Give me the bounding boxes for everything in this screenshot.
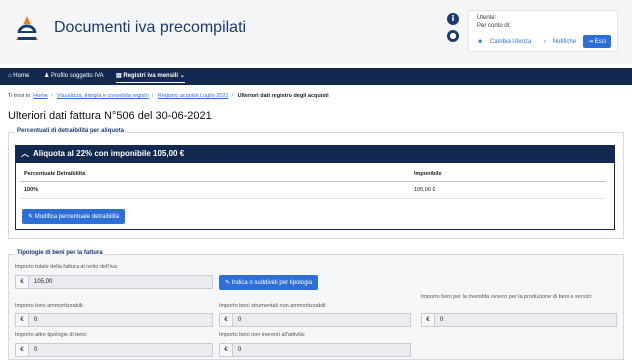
non-inerenti-field[interactable]: € 0 [219,343,411,357]
agenzia-entrate-logo-icon [16,16,38,42]
exit-button[interactable]: ⇥ Esci [582,35,611,48]
nav-registers-label: Registri iva mensili [123,73,179,79]
euro-icon: € [220,314,233,326]
nav-home-label: Home [13,73,30,79]
detraibilita-panel: Percentuali di detraibilità per aliquota… [8,128,624,239]
euro-icon: € [16,344,29,356]
strumentali-value: 0 [238,317,242,323]
non-inerenti-label: Importo beni non inerenti all'attività: [219,332,306,338]
euro-icon: € [422,314,435,326]
app-header: Documenti iva precompilati i ● Utente: P… [0,0,632,64]
app-title: Documenti iva precompilati [54,19,247,36]
indica-tipologia-label: Indica o suddividi per tipologia [231,280,313,286]
totale-field: € 105,00 [15,275,213,289]
altre-tipologie-field[interactable]: € 0 [15,343,213,357]
column-header-percentuale: Percentuale Detraibilità [20,167,410,182]
ammortizzabili-value: 0 [34,317,38,323]
page-title: Ulteriori dati fattura N°506 del 30-06-2… [8,110,212,122]
user-panel: Utente: Per conto di: ☻ Cambia Utenza ♪ … [468,10,618,52]
breadcrumb-separator: / [151,93,154,99]
change-user-link[interactable]: ☻ Cambia Utenza [477,39,536,45]
strumentali-label: Importo beni strumentali non ammortizzab… [219,303,327,309]
user-label: Utente: [477,15,497,21]
notifications-label: Notifiche [552,39,577,45]
modifica-detraibilita-label: Modifica percentuale detraibilità [34,214,120,220]
detraibilita-table: Percentuale Detraibilità Imponibile 100%… [20,167,606,199]
change-user-label: Cambia Utenza [489,39,532,45]
table-header-row: Percentuale Detraibilità Imponibile [20,167,606,182]
nav-profile-label: Profilo soggetto IVA [51,73,104,79]
cell-imponibile: 105,00 € [410,181,606,199]
breadcrumb-separator: / [50,93,53,99]
chevron-up-icon: ︿ [21,149,29,158]
exit-label: Esci [594,39,606,45]
ammortizzabili-field[interactable]: € 0 [15,313,213,327]
ammortizzabili-label: Importo beni ammortizzabili: [15,303,84,309]
euro-icon: € [16,276,29,288]
breadcrumb-separator: / [231,93,234,99]
nav-profile[interactable]: ♟ Profilo soggetto IVA [44,68,104,85]
euro-icon: € [220,344,233,356]
modifica-detraibilita-button[interactable]: ✎ Modifica percentuale detraibilità [22,209,126,224]
nav-registers[interactable]: ▤ Registri iva mensili ⌄ [116,68,185,85]
table-row: 100% 105,00 € [20,181,606,199]
pencil-icon: ✎ [225,280,232,286]
tipologie-legend: Tipologie di beni per la fattura [15,250,105,256]
rivendita-value: 0 [440,317,444,323]
breadcrumb-prefix: Ti trovi in: [8,93,32,99]
rivendita-label: Importo beni per la rivendita ovvero per… [421,294,593,300]
users-icon: ☻ [477,39,485,45]
aliquota-accordion-title: Aliquota al 22% con imponibile 105,00 € [33,149,185,158]
aliquota-accordion-header[interactable]: ︿ Aliquota al 22% con imponibile 105,00 € [15,145,615,163]
breadcrumb-current: Ulteriori dati registro degli acquisti [237,93,329,99]
breadcrumb-registro-acquisti[interactable]: Registro acquisti Luglio 2021 [158,93,229,99]
chevron-down-icon: ⌄ [178,73,185,79]
totale-value: 105,00 [34,279,53,285]
totale-label: Importo totale della fattura al netto de… [15,264,119,270]
aliquota-accordion-body: Percentuale Detraibilità Imponibile 100%… [15,163,615,230]
pencil-icon: ✎ [28,214,35,220]
altre-tipologie-value: 0 [34,347,38,353]
breadcrumb: Ti trovi in: Home / Visualizza, integra e… [8,93,329,99]
strumentali-field[interactable]: € 0 [219,313,411,327]
altre-tipologie-label: Importo altre tipologie di beni: [15,332,88,338]
notifications-link[interactable]: ♪ Notifiche [543,39,581,45]
sign-out-icon: ⇥ [587,39,595,45]
breadcrumb-registri[interactable]: Visualizza, integra e convalida registri [57,93,149,99]
tipologie-panel: Tipologie di beni per la fattura Importo… [8,250,624,360]
info-icon[interactable]: i [447,13,459,25]
euro-icon: € [16,314,29,326]
detraibilita-legend: Percentuali di detraibilità per aliquota [15,128,127,134]
column-header-imponibile: Imponibile [410,167,606,182]
on-behalf-label: Per conto di: [477,23,511,29]
breadcrumb-home[interactable]: Home [33,93,48,99]
user-icon[interactable]: ● [447,30,459,42]
non-inerenti-value: 0 [238,347,242,353]
person-icon: ♟ [44,73,52,79]
cell-percentuale: 100% [20,181,410,199]
rivendita-field[interactable]: € 0 [421,313,617,327]
nav-home[interactable]: ⌂ Home [8,68,29,85]
bell-icon: ♪ [543,39,548,45]
indica-tipologia-button[interactable]: ✎ Indica o suddividi per tipologia [219,275,319,290]
main-navbar: ⌂ Home ♟ Profilo soggetto IVA ▤ Registri… [0,68,632,85]
